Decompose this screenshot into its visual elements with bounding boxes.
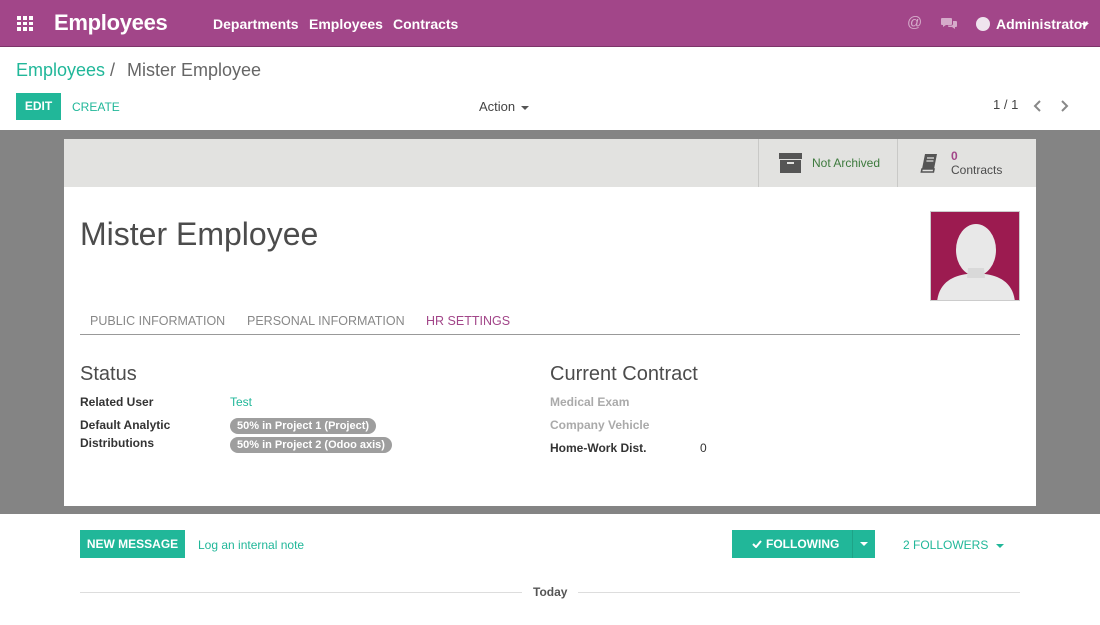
- new-message-button[interactable]: NEW MESSAGE: [80, 530, 185, 558]
- action-dropdown[interactable]: Action: [479, 99, 530, 114]
- contracts-count: 0: [951, 149, 958, 163]
- check-icon: [752, 540, 762, 548]
- related-user-label: Related User: [80, 395, 154, 409]
- followers-label: 2 FOLLOWERS: [903, 538, 989, 552]
- nav-contracts[interactable]: Contracts: [393, 16, 458, 32]
- top-navbar: Employees Departments Employees Contract…: [0, 0, 1100, 47]
- nav-departments[interactable]: Departments: [213, 16, 299, 32]
- breadcrumb-separator: /: [110, 60, 116, 80]
- timeline-divider: [578, 592, 1020, 593]
- chevron-down-icon[interactable]: [1081, 23, 1089, 27]
- create-button[interactable]: CREATE: [72, 100, 120, 114]
- pager-previous-icon[interactable]: [1033, 100, 1042, 112]
- person-silhouette-icon: [937, 224, 1015, 300]
- followers-dropdown[interactable]: 2 FOLLOWERS: [903, 538, 1005, 552]
- edit-button[interactable]: EDIT: [16, 93, 61, 120]
- app-title: Employees: [54, 10, 168, 35]
- log-note-link[interactable]: Log an internal note: [198, 538, 304, 552]
- related-user-link[interactable]: Test: [230, 395, 252, 409]
- apps-grid-icon[interactable]: [17, 16, 34, 31]
- home-work-dist-label: Home-Work Dist.: [550, 441, 647, 455]
- today-date-separator: Today: [533, 585, 568, 599]
- tab-hr-settings[interactable]: HR SETTINGS: [426, 314, 510, 328]
- archive-icon: [779, 153, 802, 173]
- book-icon: [920, 154, 937, 173]
- analytic-label-line2: Distributions: [80, 436, 154, 450]
- tab-personal-information[interactable]: PERSONAL INFORMATION: [247, 314, 405, 328]
- archive-toggle-button[interactable]: Not Archived: [758, 139, 897, 187]
- user-menu[interactable]: Administrator: [996, 16, 1088, 32]
- notebook-tabs: PUBLIC INFORMATION PERSONAL INFORMATION …: [80, 307, 1020, 335]
- employee-name: Mister Employee: [80, 216, 319, 252]
- archive-status-label: Not Archived: [812, 156, 881, 170]
- caret-down-icon: [996, 543, 1005, 548]
- following-label: FOLLOWING: [766, 537, 840, 551]
- caret-down-icon: [860, 542, 868, 546]
- smart-button-box: Not Archived 0 Contracts: [64, 139, 1036, 187]
- pager-value: 1 / 1: [993, 97, 1019, 112]
- current-contract-title: Current Contract: [550, 363, 698, 385]
- caret-down-icon: [521, 105, 530, 110]
- tab-public-information[interactable]: PUBLIC INFORMATION: [90, 314, 225, 328]
- following-button[interactable]: FOLLOWING: [732, 530, 852, 558]
- user-avatar[interactable]: [976, 17, 990, 31]
- nav-employees[interactable]: Employees: [309, 16, 383, 32]
- breadcrumb-parent[interactable]: Employees: [16, 60, 105, 81]
- company-vehicle-label: Company Vehicle: [550, 418, 650, 432]
- analytic-label-line1: Default Analytic: [80, 418, 171, 432]
- analytic-tag: 50% in Project 2 (Odoo axis): [230, 437, 392, 453]
- form-sheet: Not Archived 0 Contracts Mister Employee…: [64, 139, 1036, 506]
- home-work-dist-value: 0: [700, 441, 707, 455]
- timeline-divider: [80, 592, 522, 593]
- analytic-tag: 50% in Project 1 (Project): [230, 418, 377, 434]
- mention-icon[interactable]: @: [907, 14, 922, 31]
- pager-next-icon[interactable]: [1060, 100, 1069, 112]
- breadcrumb-current: Mister Employee: [127, 60, 262, 80]
- following-dropdown-toggle[interactable]: [852, 530, 875, 558]
- status-section-title: Status: [80, 363, 137, 385]
- medical-exam-label: Medical Exam: [550, 395, 630, 409]
- contracts-label: Contracts: [951, 163, 1003, 177]
- contracts-smart-button[interactable]: 0 Contracts: [897, 139, 1036, 187]
- employee-photo[interactable]: [930, 211, 1020, 301]
- action-label: Action: [479, 99, 516, 114]
- chat-bubbles-icon[interactable]: [941, 17, 958, 30]
